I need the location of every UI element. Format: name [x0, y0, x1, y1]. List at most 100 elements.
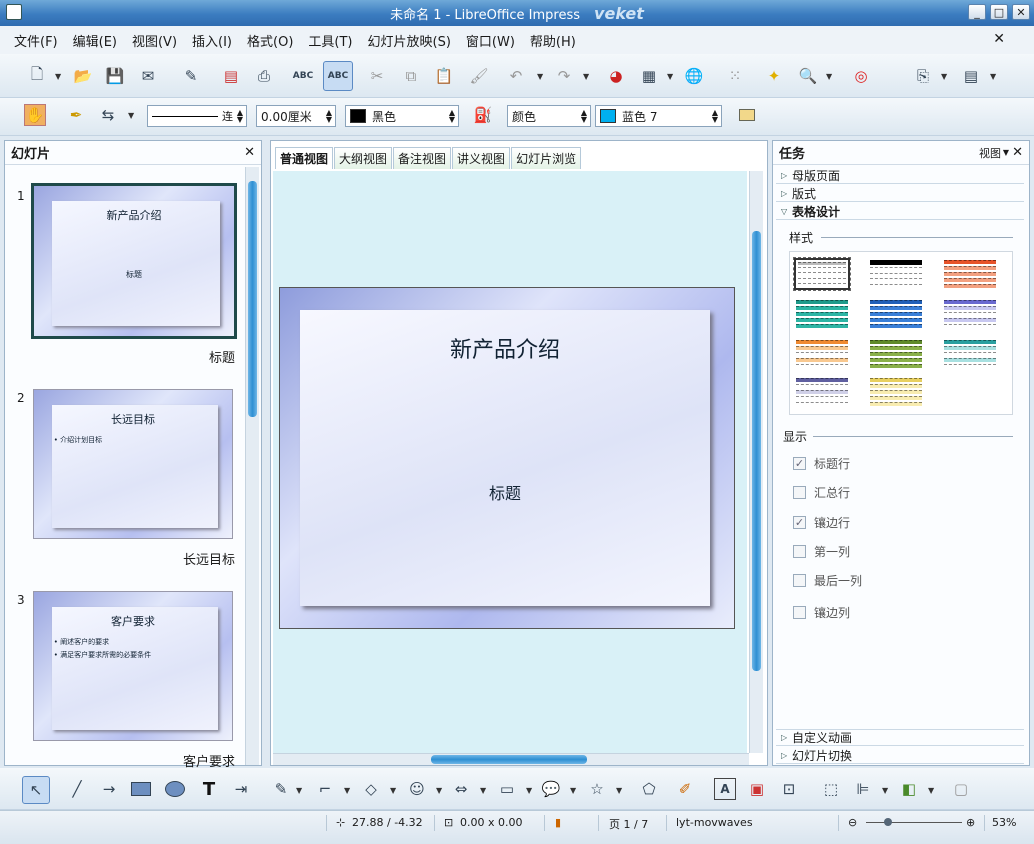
slides-scroll-thumb[interactable]	[248, 181, 257, 417]
close-window-button[interactable]: ✕	[1012, 4, 1030, 20]
checkbox-box[interactable]	[793, 574, 806, 587]
section-table-design[interactable]: ▽ 表格设计	[776, 203, 1024, 220]
zoom-slider-knob[interactable]	[884, 818, 892, 826]
menu-edit[interactable]: 编辑(E)	[73, 31, 117, 50]
task-view-menu[interactable]: 视图	[979, 145, 1001, 161]
menu-tools[interactable]: 工具(T)	[308, 31, 352, 50]
connector-tool-icon[interactable]: ⌐	[314, 778, 336, 800]
menu-help[interactable]: 帮助(H)	[530, 31, 576, 50]
export-pdf-icon[interactable]: ▤	[220, 65, 242, 87]
checkbox-box[interactable]	[793, 606, 806, 619]
block-arrows-icon[interactable]: ⇔	[450, 778, 472, 800]
table-style-11[interactable]	[868, 376, 924, 408]
table-style-7[interactable]	[794, 338, 850, 370]
menu-slideshow[interactable]: 幻灯片放映(S)	[368, 31, 451, 50]
symbol-shapes-dropdown-icon[interactable]: ▼	[436, 786, 442, 795]
copy-icon[interactable]: ⧉	[400, 65, 422, 87]
glue-point-tool-icon[interactable]: ✐	[674, 778, 696, 800]
slide-title[interactable]: 新产品介绍	[300, 332, 710, 364]
zoom-out-icon[interactable]: ⊖	[848, 816, 857, 829]
checkbox-box[interactable]	[793, 486, 806, 499]
table-dropdown-icon[interactable]: ▼	[667, 72, 673, 81]
checkbox-box[interactable]: ✓	[793, 457, 806, 470]
chart-icon[interactable]: ◕	[605, 65, 627, 87]
spellcheck-icon[interactable]: ABC	[292, 65, 314, 87]
draw-rectangle-icon[interactable]	[130, 778, 152, 800]
area-mode-select[interactable]: 颜色 ▲ ▼	[507, 105, 591, 127]
table-style-9[interactable]	[942, 338, 998, 370]
clone-format-icon[interactable]: 🖌	[468, 65, 490, 87]
edit-vscroll-thumb[interactable]	[752, 231, 761, 671]
align-dropdown-icon[interactable]: ▼	[882, 786, 888, 795]
layout-icon[interactable]: ▤	[960, 65, 982, 87]
undo-dropdown-icon[interactable]: ▼	[537, 72, 543, 81]
slide-canvas[interactable]: 新产品介绍 标题	[273, 171, 747, 753]
zoom-slider[interactable]	[866, 822, 962, 823]
section-master-pages[interactable]: ▷ 母版页面	[776, 167, 1024, 184]
arrange-dropdown-icon[interactable]: ▼	[928, 786, 934, 795]
section-custom-animation[interactable]: ▷ 自定义动画	[776, 729, 1024, 746]
menu-insert[interactable]: 插入(I)	[192, 31, 232, 50]
checkbox-last-column[interactable]: 最后一列	[793, 572, 862, 589]
open-folder-icon[interactable]: 📂	[72, 65, 94, 87]
line-style-select[interactable]: 连 ▲ ▼	[147, 105, 247, 127]
fontwork-icon[interactable]: A	[714, 778, 736, 800]
arrow-style-icon[interactable]: ⇆	[97, 104, 119, 126]
close-document-icon[interactable]: ✕	[993, 31, 1005, 47]
menu-view[interactable]: 视图(V)	[132, 31, 177, 50]
draw-ellipse-icon[interactable]	[164, 778, 186, 800]
select-arrow-icon[interactable]: ↖	[22, 776, 50, 804]
tab-handout[interactable]: 讲义视图	[452, 147, 511, 169]
cut-icon[interactable]: ✂	[366, 65, 388, 87]
table-style-4[interactable]	[794, 298, 850, 330]
close-task-panel-icon[interactable]: ✕	[1012, 145, 1023, 160]
text-tool-icon[interactable]: T	[198, 778, 220, 800]
task-view-dropdown-icon[interactable]: ▼	[1003, 148, 1009, 157]
menu-window[interactable]: 窗口(W)	[466, 31, 515, 50]
curve-dropdown-icon[interactable]: ▼	[296, 786, 302, 795]
redo-icon[interactable]: ↷	[553, 65, 575, 87]
basic-shapes-dropdown-icon[interactable]: ▼	[390, 786, 396, 795]
zoom-level[interactable]: 53%	[992, 816, 1016, 829]
edit-file-icon[interactable]: ✎	[180, 65, 202, 87]
section-layouts[interactable]: ▷ 版式	[776, 185, 1024, 202]
flowchart-icon[interactable]: ▭	[496, 778, 518, 800]
slide-subtitle[interactable]: 标题	[300, 480, 710, 504]
table-style-10[interactable]	[794, 376, 850, 408]
checkbox-first-column[interactable]: 第一列	[793, 543, 850, 560]
grid-icon[interactable]: ⁙	[724, 65, 746, 87]
area-fill-icon[interactable]: ⛽	[472, 104, 494, 126]
current-slide[interactable]: 新产品介绍 标题	[279, 287, 735, 629]
tab-notes[interactable]: 备注视图	[393, 147, 452, 169]
new-dropdown-icon[interactable]: ▼	[55, 72, 61, 81]
connector-dropdown-icon[interactable]: ▼	[344, 786, 350, 795]
tab-slide-sorter[interactable]: 幻灯片浏览	[511, 147, 582, 169]
callouts-icon[interactable]: 💬	[540, 778, 562, 800]
stars-icon[interactable]: ☆	[586, 778, 608, 800]
draw-line-icon[interactable]: ╱	[66, 778, 88, 800]
undo-icon[interactable]: ↶	[505, 65, 527, 87]
stars-dropdown-icon[interactable]: ▼	[616, 786, 622, 795]
redo-dropdown-icon[interactable]: ▼	[583, 72, 589, 81]
slide-content-area[interactable]: 新产品介绍 标题	[300, 310, 710, 606]
app-icon[interactable]	[6, 4, 22, 20]
flowchart-dropdown-icon[interactable]: ▼	[526, 786, 532, 795]
draw-arrow-line-icon[interactable]: →	[98, 778, 120, 800]
line-color-select[interactable]: 黑色 ▲ ▼	[345, 105, 459, 127]
callouts-dropdown-icon[interactable]: ▼	[570, 786, 576, 795]
table-style-3[interactable]	[942, 258, 998, 290]
vertical-text-icon[interactable]: ⇥	[230, 778, 252, 800]
minimize-button[interactable]: _	[968, 4, 986, 20]
checkbox-header-row[interactable]: ✓ 标题行	[793, 455, 850, 472]
navigator-icon[interactable]: 🌐	[683, 65, 705, 87]
menu-format[interactable]: 格式(O)	[247, 31, 293, 50]
slide-preview[interactable]: 长远目标 • 介绍计划目标	[33, 389, 233, 539]
table-style-2[interactable]	[868, 258, 924, 290]
new-document-icon[interactable]: 🗋	[26, 65, 48, 87]
line-width-field[interactable]: 0.00厘米 ▲ ▼	[256, 105, 336, 127]
layout-dropdown-icon[interactable]: ▼	[990, 72, 996, 81]
insert-media-icon[interactable]: ⊡	[778, 778, 800, 800]
block-arrows-dropdown-icon[interactable]: ▼	[480, 786, 486, 795]
symbol-shapes-icon[interactable]: ☺	[406, 778, 428, 800]
arrange-icon[interactable]: ◧	[898, 778, 920, 800]
